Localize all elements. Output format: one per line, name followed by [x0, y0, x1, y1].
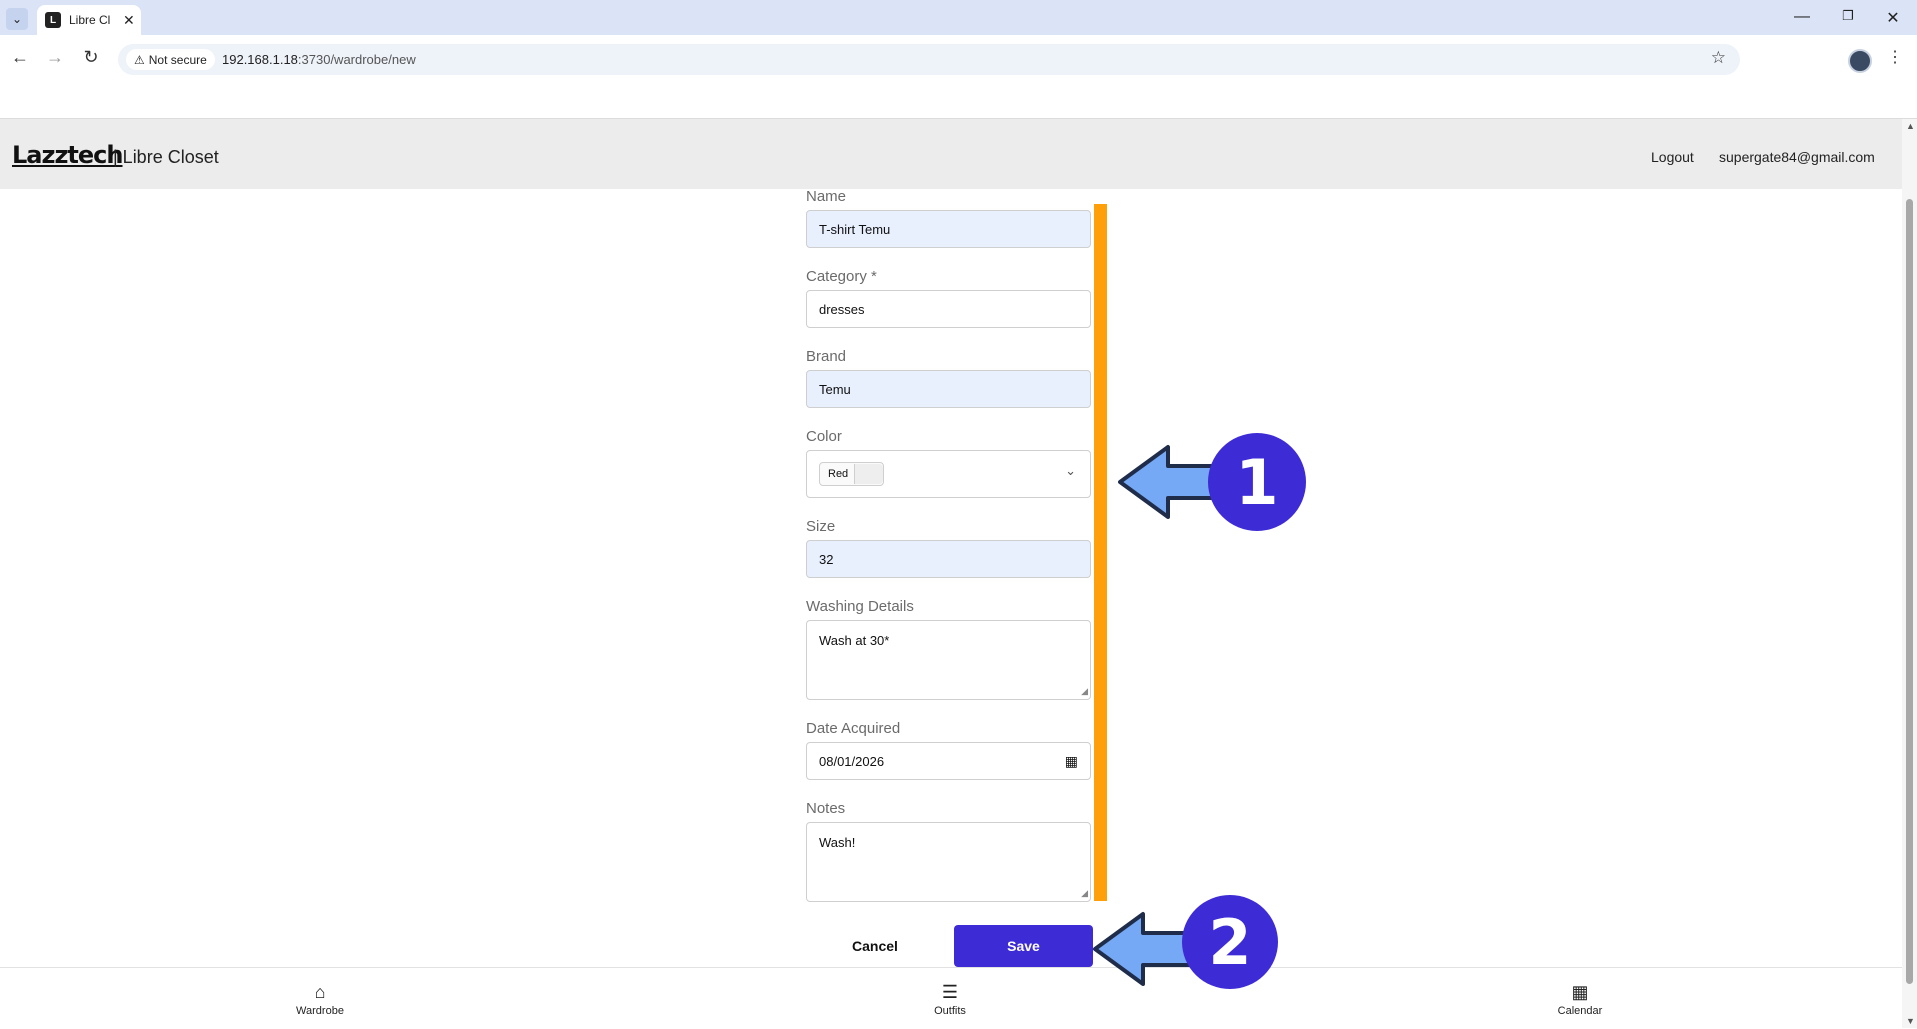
browser-tab[interactable]: L Libre Cl ✕: [37, 5, 141, 35]
nav-calendar-label: Calendar: [1557, 1005, 1603, 1017]
browser-tab-strip: ⌄ L Libre Cl ✕ — ❐ ✕: [0, 0, 1917, 35]
menu-lines-icon: ☰: [941, 982, 959, 1002]
nav-outfits-label: Outfits: [934, 1005, 966, 1017]
logout-link[interactable]: Logout: [1651, 149, 1694, 165]
color-swatch: [854, 464, 884, 484]
step-badge-1: 1: [1208, 433, 1306, 531]
app-title: | Libre Closet: [113, 147, 219, 167]
nav-outfits[interactable]: ☰ Outfits: [890, 982, 1010, 1017]
close-window-icon[interactable]: ✕: [1878, 8, 1908, 28]
security-label: Not secure: [148, 52, 207, 67]
category-input[interactable]: dresses: [806, 290, 1091, 328]
calendar-picker-icon[interactable]: ▦: [1065, 753, 1078, 770]
tab-title: Libre Cl: [69, 13, 111, 27]
security-chip[interactable]: ⚠ Not secure: [126, 49, 215, 70]
washing-value: Wash at 30*: [819, 633, 890, 648]
bookmark-star-icon[interactable]: ☆: [1711, 48, 1726, 68]
address-bar[interactable]: ⚠ Not secure 192.168.1.18:3730/wardrobe/…: [118, 44, 1740, 75]
resize-grip-icon[interactable]: ◢: [1081, 686, 1088, 697]
color-chip-label: Red: [828, 468, 849, 480]
url-text[interactable]: 192.168.1.18:3730/wardrobe/new: [222, 52, 416, 67]
color-label: Color: [806, 428, 842, 445]
reload-icon[interactable]: ↻: [79, 47, 103, 68]
tab-search-chevron-icon[interactable]: ⌄: [6, 8, 28, 30]
hanger-icon: ⌂: [314, 982, 326, 1002]
url-host: 192.168.1.18: [222, 52, 298, 67]
minimize-icon[interactable]: —: [1787, 8, 1817, 26]
restore-icon[interactable]: ❐: [1833, 8, 1863, 24]
size-label: Size: [806, 518, 836, 535]
date-value: 08/01/2026: [819, 753, 885, 769]
toolbar-spacer: [0, 84, 1917, 119]
chevron-down-icon[interactable]: ⌄: [1065, 463, 1076, 479]
user-email: supergate84@gmail.com: [1719, 149, 1875, 165]
size-input[interactable]: 32: [806, 540, 1091, 578]
app-header: Lazztech | Libre Closet Logout supergate…: [0, 119, 1902, 189]
nav-wardrobe[interactable]: ⌂ Wardrobe: [260, 982, 380, 1017]
category-label: Category *: [806, 268, 877, 285]
brand-logo[interactable]: Lazztech: [12, 141, 123, 169]
cancel-button[interactable]: Cancel: [840, 925, 910, 967]
name-label: Name: [806, 188, 847, 205]
notes-textarea[interactable]: Wash! ◢: [806, 822, 1091, 902]
tab-close-icon[interactable]: ✕: [123, 12, 135, 29]
calendar-icon: ▦: [1571, 982, 1589, 1002]
scroll-up-icon[interactable]: ▲: [1906, 121, 1915, 131]
browser-toolbar: ← → ↻ ⚠ Not secure 192.168.1.18:3730/war…: [0, 35, 1917, 84]
notes-label: Notes: [806, 800, 846, 817]
forward-icon[interactable]: →: [43, 47, 67, 68]
warning-icon: ⚠: [134, 52, 145, 67]
favicon-icon: L: [45, 12, 61, 28]
browser-menu-icon[interactable]: ⋮: [1887, 47, 1903, 67]
date-input[interactable]: 08/01/2026 ▦: [806, 742, 1091, 780]
highlight-bar: [1094, 204, 1107, 901]
date-label: Date Acquired: [806, 720, 901, 737]
name-input[interactable]: T-shirt Temu: [806, 210, 1091, 248]
scroll-down-icon[interactable]: ▼: [1906, 1016, 1915, 1026]
profile-avatar[interactable]: [1848, 49, 1872, 73]
url-path: :3730/wardrobe/new: [297, 52, 416, 67]
notes-value: Wash!: [819, 835, 856, 850]
washing-label: Washing Details: [806, 598, 914, 615]
bottom-nav: ⌂ Wardrobe ☰ Outfits ▦ Calendar: [0, 967, 1902, 1029]
scroll-thumb[interactable]: [1906, 199, 1913, 984]
resize-grip-icon[interactable]: ◢: [1081, 888, 1088, 899]
page-scrollbar[interactable]: ▲ ▼: [1902, 119, 1917, 1028]
step-badge-2: 2: [1182, 895, 1278, 989]
brand-label: Brand: [806, 348, 847, 365]
save-button[interactable]: Save: [954, 925, 1093, 967]
nav-wardrobe-label: Wardrobe: [296, 1005, 344, 1017]
washing-textarea[interactable]: Wash at 30* ◢: [806, 620, 1091, 700]
brand-input[interactable]: Temu: [806, 370, 1091, 408]
nav-calendar[interactable]: ▦ Calendar: [1520, 982, 1640, 1017]
color-select[interactable]: Red ⌄: [806, 450, 1091, 498]
back-icon[interactable]: ←: [8, 47, 32, 68]
color-chip[interactable]: Red: [819, 462, 885, 486]
